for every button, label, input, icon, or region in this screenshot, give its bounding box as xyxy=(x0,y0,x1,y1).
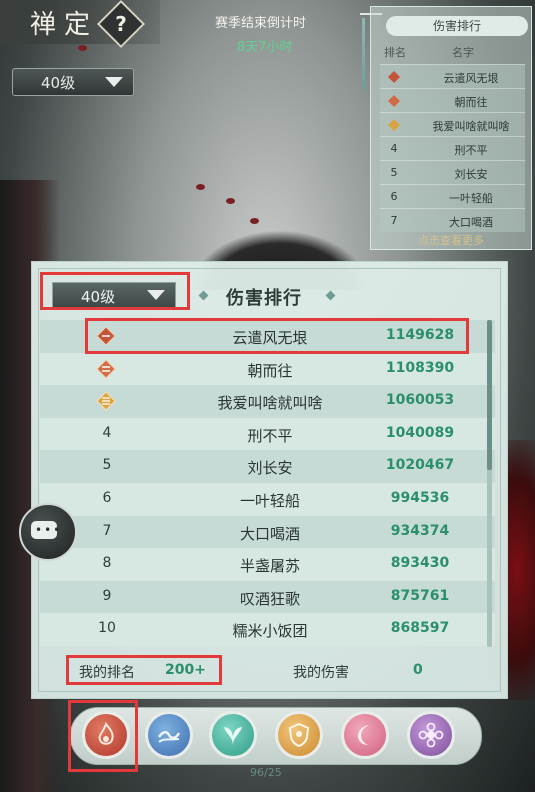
mini-leaderboard-rows: 云遣风无垠 朝而往 我爱叫啥就叫啥 4 刑不平 5 刘长安 6 一叶轻船 7 大… xyxy=(380,64,525,232)
ranking-row: 10 糯米小饭团 868597 xyxy=(40,613,495,646)
mini-row: 5 刘长安 xyxy=(380,160,525,184)
panel-title: 伤害排行 xyxy=(226,288,302,309)
petal-decoration xyxy=(226,198,235,204)
chat-button[interactable]: ••• xyxy=(19,503,77,561)
mini-row: 4 刑不平 xyxy=(380,136,525,160)
ranking-row: 6 一叶轻船 994536 xyxy=(40,482,495,516)
tassel-decoration xyxy=(362,18,365,90)
flower-school-icon[interactable] xyxy=(407,711,455,759)
highlight-selected-school xyxy=(68,700,138,772)
mini-row: 6 一叶轻船 xyxy=(380,184,525,208)
shield-school-icon[interactable] xyxy=(275,711,323,759)
page-counter: 96/25 xyxy=(250,766,282,779)
wave-school-icon[interactable] xyxy=(145,711,193,759)
petal-decoration xyxy=(250,218,259,224)
help-icon: ? xyxy=(115,12,127,36)
highlight-top-row xyxy=(85,318,469,354)
silver-medal-icon xyxy=(96,358,116,379)
chat-dots-icon: ••• xyxy=(35,523,63,537)
ranking-row: 5 刘长安 1020467 xyxy=(40,450,495,483)
ranking-row: 我爱叫啥就叫啥 1060053 xyxy=(40,385,495,418)
petal-decoration xyxy=(196,184,205,190)
ranking-row: 9 叹酒狂歌 875761 xyxy=(40,580,495,614)
silver-medal-icon xyxy=(386,94,402,111)
level-selector-top-label: 40级 xyxy=(41,74,76,92)
ranking-list: 云遣风无垠 1149628 朝而往 1108390 我爱叫啥就叫啥 106005… xyxy=(40,320,495,646)
ranking-row: 4 刑不平 1040089 xyxy=(40,417,495,451)
gold-medal-icon xyxy=(386,70,402,87)
mini-row: 7 大口喝酒 xyxy=(380,208,525,232)
page-title: 禅定 xyxy=(30,10,99,40)
my-damage-label: 我的伤害 xyxy=(293,665,349,681)
leaf-school-icon[interactable] xyxy=(209,711,257,759)
mini-row: 我爱叫啥就叫啥 xyxy=(380,112,525,136)
highlight-my-rank xyxy=(66,655,222,685)
ranking-row: 7 大口喝酒 934374 xyxy=(40,515,495,549)
mini-col-name: 名字 xyxy=(452,46,474,59)
ranking-row: 朝而往 1108390 xyxy=(40,352,495,386)
petal-decoration xyxy=(78,45,87,51)
moon-school-icon[interactable] xyxy=(341,711,389,759)
view-more-link[interactable]: 点击查看更多 xyxy=(418,232,484,248)
countdown-label: 赛季结束倒计时 xyxy=(215,16,307,31)
chevron-down-icon xyxy=(105,77,123,87)
level-selector-top[interactable]: 40级 xyxy=(12,68,134,96)
bronze-medal-icon xyxy=(96,391,116,411)
mini-col-rank: 排名 xyxy=(384,46,406,59)
mini-row: 云遣风无垠 xyxy=(380,64,525,88)
ranking-row: 8 半盏屠苏 893430 xyxy=(40,548,495,581)
scrollbar-thumb[interactable] xyxy=(487,320,492,470)
mini-leaderboard-title: 伤害排行 xyxy=(386,16,528,36)
countdown-value: 8天7小时 xyxy=(237,40,293,55)
bronze-medal-icon xyxy=(386,118,402,135)
mini-row: 朝而往 xyxy=(380,88,525,112)
my-damage-value: 0 xyxy=(413,662,423,678)
highlight-level-selector xyxy=(40,272,190,310)
